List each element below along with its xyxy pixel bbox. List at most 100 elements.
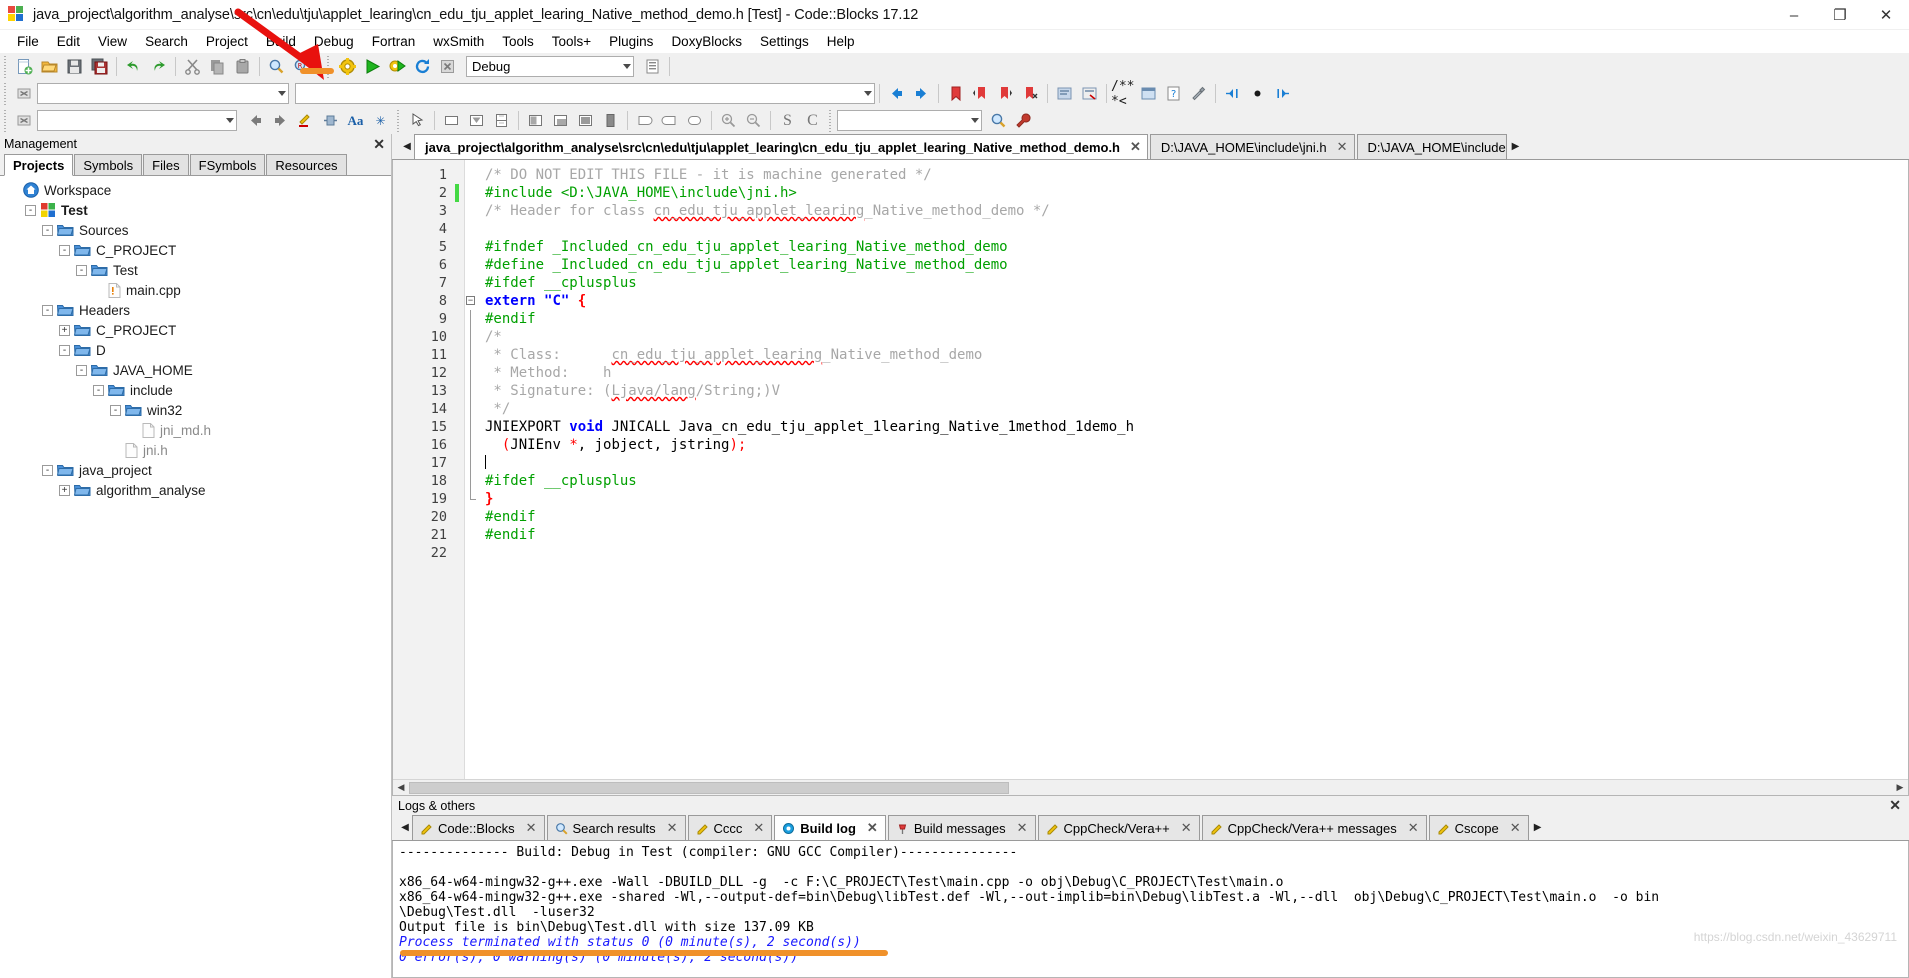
bookmark-toggle-icon[interactable]: [943, 82, 968, 105]
logs-tab-cppcheck-vera[interactable]: CppCheck/Vera++ ✕: [1037, 815, 1200, 840]
wrench-icon[interactable]: [1011, 109, 1036, 132]
redo-icon[interactable]: [146, 55, 171, 78]
tree-item[interactable]: + algorithm_analyse: [0, 480, 391, 500]
close-icon[interactable]: ✕: [753, 820, 764, 836]
cut-icon[interactable]: [180, 55, 205, 78]
close-icon[interactable]: ✕: [373, 136, 385, 153]
shape-down-icon[interactable]: [464, 109, 489, 132]
code-line[interactable]: /* DO NOT EDIT THIS FILE - it is machine…: [485, 166, 1908, 184]
editor-body[interactable]: 1 2 3 4 5 6 7 8 9 10 11 12 13 14 15 16 17 18 19 20 21 22 − /*…: [393, 160, 1908, 779]
menu-help[interactable]: Help: [818, 32, 864, 51]
close-icon[interactable]: ✕: [667, 820, 678, 836]
s-icon[interactable]: S: [775, 109, 800, 132]
scroll-left-icon[interactable]: ◀: [393, 782, 409, 793]
close-icon[interactable]: ✕: [526, 820, 537, 836]
close-button[interactable]: ✕: [1863, 0, 1909, 30]
close-icon[interactable]: ✕: [1130, 139, 1141, 155]
tab-scroll-left-icon[interactable]: ◀: [400, 134, 414, 159]
collapse-icon[interactable]: -: [25, 204, 36, 216]
tab-fsymbols[interactable]: FSymbols: [189, 154, 266, 175]
paste-icon[interactable]: [230, 55, 255, 78]
tree-item[interactable]: jni.h: [0, 440, 391, 460]
code-line[interactable]: #ifdef __cplusplus: [485, 274, 1908, 292]
align-icon[interactable]: [318, 109, 343, 132]
undo-icon[interactable]: [121, 55, 146, 78]
build-log-output[interactable]: -------------- Build: Debug in Test (com…: [392, 841, 1909, 978]
collapse-icon[interactable]: -: [110, 404, 121, 416]
collapse-icon[interactable]: -: [76, 264, 87, 276]
font-icon[interactable]: Aa: [343, 109, 368, 132]
code-editor[interactable]: 1 2 3 4 5 6 7 8 9 10 11 12 13 14 15 16 17 18 19 20 21 22 − /*…: [392, 160, 1909, 796]
scroll-right-icon[interactable]: ▶: [1892, 782, 1908, 793]
align-top-icon[interactable]: [523, 109, 548, 132]
code-line[interactable]: (JNIEnv *, jobject, jstring);: [485, 436, 1908, 454]
code-line[interactable]: #ifdef __cplusplus: [485, 472, 1908, 490]
change-marker-gutter[interactable]: [455, 160, 465, 779]
menu-plugins[interactable]: Plugins: [600, 32, 662, 51]
zoom-out-icon[interactable]: [741, 109, 766, 132]
code-line[interactable]: #include <D:\JAVA_HOME\include\jni.h>: [485, 184, 1908, 202]
menu-wxsmith[interactable]: wxSmith: [424, 32, 493, 51]
back-icon[interactable]: [884, 82, 909, 105]
expand-icon[interactable]: +: [59, 324, 70, 336]
find-icon[interactable]: [264, 55, 289, 78]
menu-tools-plus[interactable]: Tools+: [543, 32, 600, 51]
code-line[interactable]: #define _Included_cn_edu_tju_applet_lear…: [485, 256, 1908, 274]
menu-debug[interactable]: Debug: [305, 32, 363, 51]
tree-item[interactable]: - Headers: [0, 300, 391, 320]
tree-item[interactable]: - C_PROJECT: [0, 240, 391, 260]
code-line[interactable]: [485, 544, 1908, 562]
rect-icon[interactable]: [439, 109, 464, 132]
tab-symbols[interactable]: Symbols: [74, 154, 143, 175]
prev-icon[interactable]: [243, 109, 268, 132]
logs-scroll-right-icon[interactable]: ▶: [1531, 815, 1545, 840]
shape-split-icon[interactable]: [489, 109, 514, 132]
code-line[interactable]: * Class: cn_edu_tju_applet_learing_Nativ…: [485, 346, 1908, 364]
goto-mid-icon[interactable]: [1245, 82, 1270, 105]
round-all-icon[interactable]: [682, 109, 707, 132]
tab-files[interactable]: Files: [143, 154, 189, 175]
logs-tab-code-blocks[interactable]: Code::Blocks ✕: [412, 815, 545, 840]
close-icon[interactable]: ✕: [1510, 820, 1521, 836]
collapse-icon[interactable]: -: [93, 384, 104, 396]
function-combo[interactable]: [295, 83, 875, 104]
save-all-icon[interactable]: [87, 55, 112, 78]
logs-tab-cccc[interactable]: Cccc ✕: [687, 815, 773, 840]
forward-icon[interactable]: [909, 82, 934, 105]
toolbar-grip[interactable]: [2, 55, 9, 78]
menu-search[interactable]: Search: [136, 32, 197, 51]
close-panel-icon[interactable]: [12, 109, 37, 132]
scope-combo[interactable]: [837, 110, 982, 131]
code-line[interactable]: JNIEXPORT void JNICALL Java_cn_edu_tju_a…: [485, 418, 1908, 436]
tree-item[interactable]: - Test: [0, 200, 391, 220]
pointer-icon[interactable]: [405, 109, 430, 132]
tab-scroll-right-icon[interactable]: ▶: [1509, 134, 1523, 159]
code-line[interactable]: }: [485, 490, 1908, 508]
zoom-in-icon[interactable]: [716, 109, 741, 132]
tab-resources[interactable]: Resources: [266, 154, 347, 175]
tree-item[interactable]: - java_project: [0, 460, 391, 480]
tree-item[interactable]: - Sources: [0, 220, 391, 240]
code-line[interactable]: extern "C" {: [485, 292, 1908, 310]
doxy-settings-icon[interactable]: [1186, 82, 1211, 105]
logs-tab-cppcheck-vera-messages[interactable]: CppCheck/Vera++ messages ✕: [1201, 815, 1427, 840]
code-fold-gutter[interactable]: −: [465, 160, 479, 779]
code-line[interactable]: #ifndef _Included_cn_edu_tju_applet_lear…: [485, 238, 1908, 256]
code-line[interactable]: #endif: [485, 508, 1908, 526]
round-right-icon[interactable]: [657, 109, 682, 132]
fill-icon[interactable]: [598, 109, 623, 132]
tab-projects[interactable]: Projects: [4, 154, 74, 176]
logs-scroll-left-icon[interactable]: ◀: [398, 815, 412, 840]
clear-icon[interactable]: [12, 82, 37, 105]
open-file-icon[interactable]: [37, 55, 62, 78]
uncomment-icon[interactable]: [1077, 82, 1102, 105]
various-info-icon[interactable]: [640, 55, 665, 78]
comment-icon[interactable]: [1052, 82, 1077, 105]
project-tree[interactable]: Workspace - Test - Sources - C_PROJECT - Test mai…: [0, 176, 391, 978]
menu-doxyblocks[interactable]: DoxyBlocks: [662, 32, 751, 51]
bookmark-next-icon[interactable]: [993, 82, 1018, 105]
maximize-button[interactable]: ❐: [1817, 0, 1863, 30]
new-file-icon[interactable]: [12, 55, 37, 78]
menu-build[interactable]: Build: [257, 32, 305, 51]
symbol-combo[interactable]: [37, 83, 289, 104]
